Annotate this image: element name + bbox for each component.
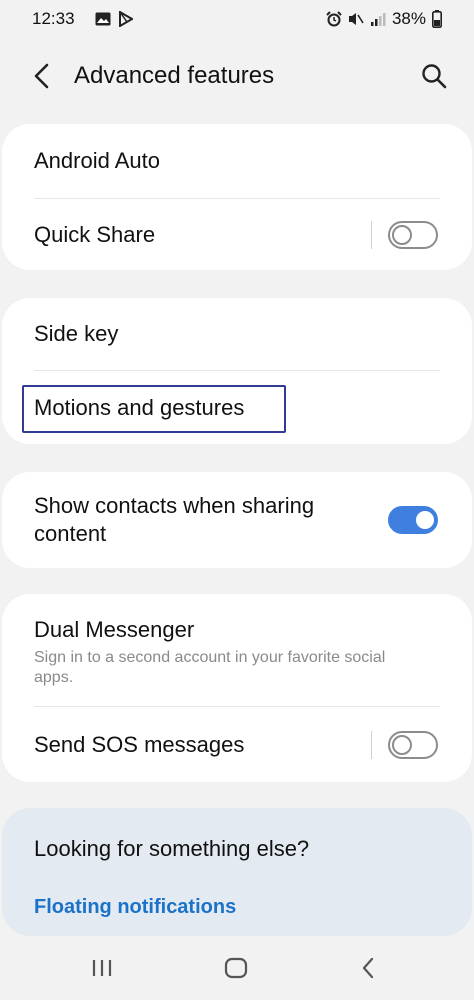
page-title: Advanced features xyxy=(74,62,275,89)
dual-messenger-text: Dual Messenger Sign in to a second accou… xyxy=(34,616,385,688)
app-header: Advanced features xyxy=(0,44,474,110)
toggle-knob xyxy=(414,509,436,531)
send-sos-toggle[interactable] xyxy=(388,730,438,759)
nav-back-button[interactable] xyxy=(346,952,390,988)
vertical-separator xyxy=(371,220,372,249)
recents-button[interactable] xyxy=(80,952,124,988)
battery-icon xyxy=(432,10,442,28)
status-bar: 12:33 38% xyxy=(0,0,474,38)
home-icon xyxy=(224,957,248,984)
quick-share-label: Quick Share xyxy=(34,221,156,247)
show-contacts-label-line1: Show contacts when sharing xyxy=(34,493,315,518)
toggle-knob xyxy=(392,734,412,755)
dual-messenger-label: Dual Messenger xyxy=(34,617,195,642)
signal-icon xyxy=(370,11,386,27)
vertical-separator xyxy=(371,730,372,759)
back-icon xyxy=(360,957,376,984)
highlight-box xyxy=(22,385,286,433)
show-contacts-toggle[interactable] xyxy=(388,506,438,534)
quick-share-item[interactable]: Quick Share xyxy=(2,199,472,270)
floating-notifications-link[interactable]: Floating notifications xyxy=(34,896,236,919)
dual-messenger-item[interactable]: Dual Messenger Sign in to a second accou… xyxy=(2,594,472,706)
battery-percent: 38% xyxy=(391,9,426,28)
show-contacts-toggle-wrap xyxy=(388,506,438,534)
show-contacts-label-line2: content xyxy=(34,521,107,546)
send-sos-toggle-wrap xyxy=(371,730,438,759)
send-sos-label: Send SOS messages xyxy=(34,731,245,757)
dual-messenger-sub-line1: Sign in to a second account in your favo… xyxy=(34,649,386,666)
mute-icon xyxy=(348,11,364,27)
search-icon xyxy=(421,63,447,94)
android-auto-label: Android Auto xyxy=(34,148,160,173)
side-key-item[interactable]: Side key xyxy=(2,298,472,370)
side-key-label: Side key xyxy=(34,321,119,346)
image-icon xyxy=(95,12,111,26)
toggle-knob xyxy=(392,224,412,245)
settings-card-extras: Dual Messenger Sign in to a second accou… xyxy=(2,594,472,782)
settings-card-sharing: Show contacts when sharing content xyxy=(2,472,472,568)
status-left: 12:33 xyxy=(32,9,133,29)
search-button[interactable] xyxy=(414,58,454,98)
quick-share-toggle-wrap xyxy=(371,220,438,249)
suggestions-title: Looking for something else? xyxy=(34,836,310,861)
status-time: 12:33 xyxy=(32,9,75,28)
dual-messenger-sub-line2: apps. xyxy=(34,669,74,686)
play-store-icon xyxy=(118,11,133,27)
navigation-bar xyxy=(0,940,474,1000)
show-contacts-text: Show contacts when sharing content xyxy=(34,492,314,548)
show-contacts-item[interactable]: Show contacts when sharing content xyxy=(2,472,472,568)
home-button[interactable] xyxy=(214,952,258,988)
settings-card-connectivity: Android Auto Quick Share xyxy=(2,124,472,270)
quick-share-toggle[interactable] xyxy=(388,220,438,249)
send-sos-item[interactable]: Send SOS messages xyxy=(2,707,472,782)
back-button[interactable] xyxy=(22,58,62,98)
android-auto-item[interactable]: Android Auto xyxy=(2,124,472,198)
status-right: 38% xyxy=(326,9,442,29)
back-arrow-icon xyxy=(31,63,53,94)
alarm-icon xyxy=(326,11,342,27)
suggestions-card: Looking for something else? Floating not… xyxy=(2,808,472,936)
recents-icon xyxy=(91,958,113,983)
